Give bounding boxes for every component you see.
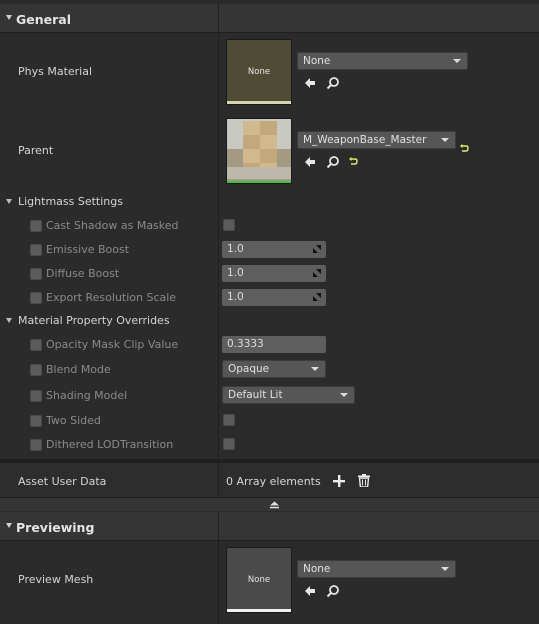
field-value: 1.0 [227, 243, 244, 255]
property-label: Export Resolution Scale [46, 291, 177, 304]
array-elements-count: 0 Array elements [226, 475, 321, 488]
parent-thumbnail[interactable] [226, 118, 292, 184]
blend-mode-combo[interactable]: Opaque [222, 360, 326, 378]
category-general[interactable]: General [0, 4, 539, 33]
use-selected-arrow-icon[interactable] [303, 584, 317, 598]
combo-value: Default Lit [228, 389, 283, 401]
dithered-lod-transition-row: Dithered LODTransition [0, 433, 539, 457]
override-checkbox[interactable] [30, 339, 42, 351]
thumbnail-underline [227, 101, 291, 104]
combo-value: M_WeaponBase_Master [303, 134, 427, 146]
collapse-arrow-icon [6, 199, 12, 204]
drag-resize-icon [313, 293, 321, 301]
drag-resize-icon [313, 245, 321, 253]
combo-value: Opaque [228, 363, 270, 375]
override-checkbox[interactable] [30, 390, 42, 402]
override-checkbox[interactable] [30, 439, 42, 451]
collapse-arrow-icon [6, 523, 12, 528]
value-checkbox[interactable] [223, 219, 235, 231]
browse-search-icon[interactable] [326, 584, 340, 598]
reset-to-default-icon[interactable] [348, 156, 358, 166]
property-label: Shading Model [46, 389, 128, 402]
opacity-mask-clip-field[interactable]: 0.3333 [222, 336, 326, 353]
phys-material-label: Phys Material [18, 65, 93, 78]
override-checkbox[interactable] [30, 364, 42, 376]
diffuse-boost-field[interactable]: 1.0 [222, 265, 326, 282]
drag-resize-icon [313, 269, 321, 277]
override-checkbox[interactable] [30, 292, 42, 304]
opacity-mask-clip-row: Opacity Mask Clip Value 0.3333 [0, 333, 539, 357]
diffuse-boost-row: Diffuse Boost 1.0 [0, 262, 539, 286]
asset-user-data-label: Asset User Data [18, 475, 107, 488]
property-label: Dithered LODTransition [46, 438, 174, 451]
blend-mode-row: Blend Mode Opaque [0, 357, 539, 383]
override-checkbox[interactable] [30, 220, 42, 232]
parent-label: Parent [18, 144, 54, 157]
asset-user-data-row: Asset User Data 0 Array elements [0, 463, 539, 497]
override-checkbox[interactable] [30, 268, 42, 280]
value-checkbox[interactable] [223, 414, 235, 426]
use-selected-arrow-icon[interactable] [303, 155, 317, 169]
thumbnail-text: None [247, 67, 271, 77]
section-title: Lightmass Settings [18, 195, 123, 208]
emissive-boost-field[interactable]: 1.0 [222, 241, 326, 258]
chevron-down-icon [441, 567, 449, 571]
shading-model-row: Shading Model Default Lit [0, 383, 539, 409]
override-checkbox[interactable] [30, 415, 42, 427]
lightmass-settings-header[interactable]: Lightmass Settings [0, 191, 539, 213]
property-label: Cast Shadow as Masked [46, 219, 179, 232]
chevron-down-icon [311, 367, 319, 371]
export-resolution-scale-row: Export Resolution Scale 1.0 [0, 286, 539, 310]
value-checkbox[interactable] [223, 438, 235, 450]
material-property-overrides-header[interactable]: Material Property Overrides [0, 310, 539, 332]
add-element-plus-icon[interactable] [333, 475, 345, 487]
collapse-arrow-icon [6, 15, 12, 20]
property-label: Emissive Boost [46, 243, 130, 256]
browse-search-icon[interactable] [326, 76, 340, 90]
property-label: Two Sided [46, 414, 101, 427]
property-label: Blend Mode [46, 363, 111, 376]
property-label: Diffuse Boost [46, 267, 120, 280]
category-title: General [16, 12, 71, 27]
preview-mesh-combo[interactable]: None [297, 560, 456, 578]
emissive-boost-row: Emissive Boost 1.0 [0, 238, 539, 262]
chevron-down-icon [441, 138, 449, 142]
trash-icon[interactable] [358, 474, 370, 488]
phys-material-combo[interactable]: None [297, 52, 468, 70]
field-value: 1.0 [227, 267, 244, 279]
thumbnail-underline [227, 609, 291, 612]
combo-value: None [303, 55, 331, 67]
chevron-down-icon [340, 393, 348, 397]
preview-mesh-label: Preview Mesh [18, 573, 94, 586]
preview-mesh-thumbnail[interactable]: None [226, 547, 292, 613]
category-previewing[interactable]: Previewing [0, 512, 539, 541]
field-value: 0.3333 [227, 338, 264, 350]
browse-search-icon[interactable] [326, 155, 340, 169]
shading-model-combo[interactable]: Default Lit [222, 386, 355, 404]
use-selected-arrow-icon[interactable] [303, 76, 317, 90]
material-preview-icon [227, 119, 291, 183]
column-divider[interactable] [218, 512, 219, 624]
expand-advanced-icon [270, 501, 279, 509]
property-label: Opacity Mask Clip Value [46, 338, 179, 351]
parent-combo[interactable]: M_WeaponBase_Master [297, 131, 456, 149]
advanced-toggle-bar[interactable] [0, 497, 539, 511]
combo-value: None [303, 563, 331, 575]
cast-shadow-masked-row: Cast Shadow as Masked [0, 214, 539, 238]
field-value: 1.0 [227, 291, 244, 303]
reset-to-default-icon[interactable] [459, 143, 469, 153]
collapse-arrow-icon [6, 318, 12, 323]
export-resolution-scale-field[interactable]: 1.0 [222, 289, 326, 306]
chevron-down-icon [453, 59, 461, 63]
thumbnail-text: None [247, 575, 271, 585]
category-title: Previewing [16, 520, 95, 535]
override-checkbox[interactable] [30, 244, 42, 256]
column-divider[interactable] [218, 463, 219, 497]
two-sided-row: Two Sided [0, 409, 539, 433]
section-title: Material Property Overrides [18, 314, 170, 327]
phys-material-thumbnail[interactable]: None [226, 39, 292, 105]
